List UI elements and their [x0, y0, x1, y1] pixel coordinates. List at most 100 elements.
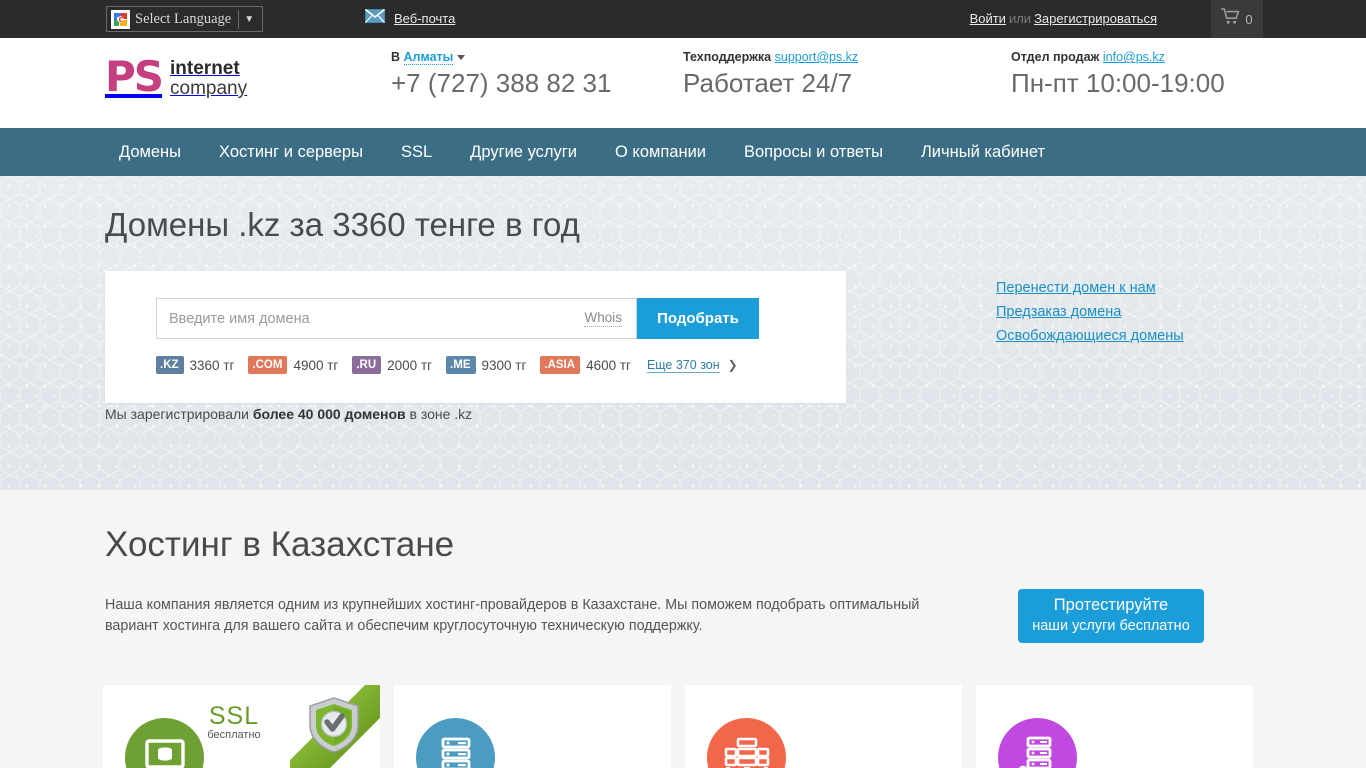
- tld-item[interactable]: .COM 4900 тг: [248, 356, 338, 374]
- support-email[interactable]: support@ps.kz: [775, 50, 859, 64]
- sales-label: Отдел продаж: [1011, 50, 1100, 64]
- tld-zone-badge: .RU: [352, 356, 382, 374]
- shopping-cart-icon: [1221, 8, 1241, 30]
- cart-button[interactable]: 0: [1211, 0, 1263, 38]
- tld-price-list: .KZ 3360 тг .COM 4900 тг .RU 2000 тг .ME 9300 т…: [156, 356, 738, 374]
- ssl-title: SSL: [208, 702, 260, 730]
- tld-price: 2000 тг: [387, 357, 433, 373]
- nav-item-label: Личный кабинет: [920, 142, 1046, 161]
- top-bar: Select Language ▼ Веб-почта Войти или Заре…: [0, 0, 1366, 38]
- auth-links: Войти или Зарегистрироваться: [970, 11, 1157, 26]
- sales-hours: Пн-пт 10:00-19:00: [1011, 68, 1225, 98]
- main-navigation: Домены Хостинг и серверы SSL Другие услуги О…: [0, 128, 1366, 176]
- nav-item-4[interactable]: Другие услуги: [451, 128, 596, 176]
- chevron-down-icon[interactable]: [457, 55, 466, 61]
- service-card[interactable]: [976, 685, 1253, 768]
- sales-block: Отдел продаж info@ps.kz Пн-пт 10:00-19:0…: [1011, 50, 1225, 99]
- logo-internet-text: internet: [170, 58, 240, 79]
- hosting-description: Наша компания является одним из крупнейш…: [105, 597, 920, 634]
- test-button-line2: наши услуги бесплатно: [1032, 618, 1190, 634]
- hosting-section: Хостинг в Казахстане Наша компания являе…: [0, 490, 1366, 768]
- server-cluster-icon: [707, 718, 786, 768]
- test-button-line1: Протестируйте: [1053, 596, 1169, 614]
- chevron-right-icon[interactable]: ❯: [728, 358, 738, 372]
- support-hours: Работает 24/7: [683, 68, 853, 98]
- webmail-link[interactable]: Веб-почта: [365, 8, 455, 28]
- service-card[interactable]: SSL бесплатно: [103, 685, 380, 768]
- city-block: В Алматы +7 (727) 388 82 31: [391, 50, 611, 99]
- service-card[interactable]: [394, 685, 671, 768]
- nav-item-7[interactable]: Личный кабинет: [902, 128, 1064, 176]
- login-link[interactable]: Войти: [970, 11, 1006, 26]
- or-label: или: [1008, 11, 1032, 26]
- city-name[interactable]: Алматы: [403, 50, 454, 65]
- city-selector[interactable]: В Алматы: [391, 50, 611, 65]
- tld-price: 9300 тг: [481, 357, 527, 373]
- ssl-subtitle: бесплатно: [207, 729, 261, 741]
- logo-ps-text: PS: [105, 52, 164, 101]
- language-selector-label: Select Language: [135, 10, 232, 27]
- nav-item-label: О компании: [615, 142, 706, 161]
- shield-check-icon: [308, 697, 360, 758]
- tld-zone-badge: .ME: [446, 356, 476, 374]
- whois-link[interactable]: Whois: [584, 310, 622, 327]
- domain-search-card: Whois Подобрать .KZ 3360 тг .COM 4900 тг .RU…: [105, 271, 846, 403]
- server-rack-icon: [416, 718, 495, 768]
- test-services-button[interactable]: Протестируйте наши услуги бесплатно: [1018, 589, 1204, 643]
- chevron-down-icon[interactable]: ▼: [239, 10, 260, 29]
- registered-domains-note: Мы зарегистрировали более 40 000 доменов…: [105, 406, 472, 422]
- note-before: Мы зарегистрировали: [105, 406, 253, 422]
- domain-side-links: Перенести домен к нам Предзаказ домена Осв…: [996, 280, 1184, 352]
- tld-price: 4600 тг: [586, 357, 631, 373]
- nav-item-label: Хостинг и серверы: [219, 142, 363, 161]
- site-logo[interactable]: PS internet company: [105, 52, 248, 101]
- cart-count: 0: [1245, 11, 1253, 27]
- more-zones-link[interactable]: Еще 370 зон: [646, 358, 720, 373]
- nav-item-label: Домены: [119, 142, 182, 161]
- tld-item[interactable]: .RU 2000 тг: [352, 356, 432, 374]
- nav-item-label: SSL: [400, 142, 433, 161]
- site-header: PS internet company В Алматы +7 (727) 38…: [0, 38, 1366, 128]
- hero-section: Домены .kz за 3360 тенге в год Whois Под…: [0, 176, 1366, 490]
- search-submit-button[interactable]: Подобрать: [637, 298, 759, 339]
- nav-item-5[interactable]: О компании: [596, 128, 725, 176]
- tld-zone-badge: .COM: [248, 356, 288, 374]
- city-prefix: В: [391, 50, 401, 64]
- tld-item[interactable]: .ME 9300 тг: [446, 356, 526, 374]
- sales-email[interactable]: info@ps.kz: [1103, 50, 1165, 64]
- nav-item-6[interactable]: Вопросы и ответы: [725, 128, 902, 176]
- google-translate-icon: [111, 9, 130, 29]
- domain-side-link-3[interactable]: Освобождающиеся домены: [996, 328, 1184, 344]
- tld-zone-badge: .ASIA: [540, 356, 581, 374]
- nav-item-2[interactable]: Хостинг и серверы: [200, 128, 382, 176]
- domain-side-link-2[interactable]: Предзаказ домена: [996, 304, 1184, 320]
- service-cards: SSL бесплатно: [103, 685, 1263, 768]
- domain-side-link-1[interactable]: Перенести домен к нам: [996, 280, 1184, 296]
- nav-item-3[interactable]: SSL: [382, 128, 451, 176]
- tld-price: 3360 тг: [189, 357, 235, 373]
- server-hand-icon: [998, 718, 1077, 768]
- search-input[interactable]: [157, 299, 585, 338]
- language-selector[interactable]: Select Language ▼: [106, 6, 264, 32]
- service-card[interactable]: [685, 685, 962, 768]
- tld-price: 4900 тг: [293, 357, 339, 373]
- tld-item[interactable]: .KZ 3360 тг: [156, 356, 234, 374]
- hero-title: Домены .kz за 3360 тенге в год: [105, 206, 580, 243]
- tld-zone-badge: .KZ: [156, 356, 184, 374]
- nav-item-label: Другие услуги: [470, 142, 577, 161]
- note-after: в зоне .kz: [405, 406, 473, 422]
- nav-item-label: Вопросы и ответы: [744, 142, 883, 161]
- webmail-label[interactable]: Веб-почта: [394, 11, 455, 26]
- page-root: Select Language ▼ Веб-почта Войти или Заре…: [0, 0, 1366, 768]
- domain-search-field[interactable]: Whois: [156, 298, 637, 339]
- logo-company-text: company: [170, 78, 248, 99]
- support-block: Техподдержка support@ps.kz Работает 24/7: [683, 50, 858, 99]
- hosting-title: Хостинг в Казахстане: [105, 525, 455, 564]
- envelope-icon: [365, 8, 385, 28]
- note-strong: более 40 000 доменов: [252, 406, 406, 422]
- register-link[interactable]: Зарегистрироваться: [1034, 11, 1157, 26]
- city-phone: +7 (727) 388 82 31: [391, 68, 612, 98]
- tld-item[interactable]: .ASIA 4600 тг: [540, 356, 631, 374]
- support-label: Техподдержка: [683, 50, 772, 64]
- nav-item-1[interactable]: Домены: [103, 128, 200, 176]
